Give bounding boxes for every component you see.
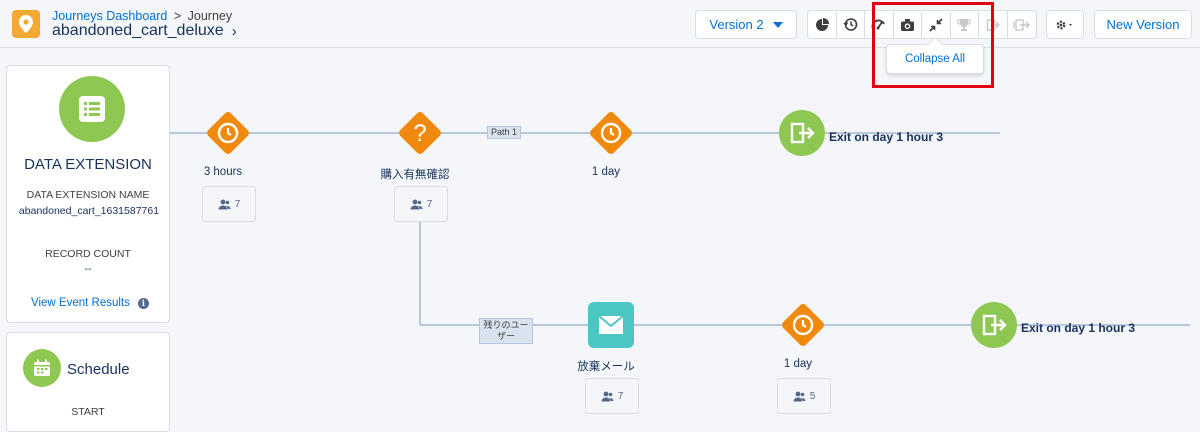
gear-icon <box>1056 20 1072 29</box>
journey-title[interactable]: abandoned_cart_deluxe › <box>52 22 237 40</box>
wait-activity-1[interactable] <box>200 105 256 161</box>
schedule-title: Schedule <box>67 361 130 378</box>
decision-label: 購入有無確認 <box>380 169 450 181</box>
journey-location-pin-icon <box>12 10 40 38</box>
schedule-panel[interactable]: Schedule START <box>6 332 170 432</box>
exit-1-label: Exit on day 1 hour 3 <box>829 130 944 144</box>
breadcrumb-separator: > <box>173 9 182 23</box>
info-icon[interactable]: i <box>137 297 149 309</box>
breadcrumb-journeys-dashboard[interactable]: Journeys Dashboard <box>52 9 167 23</box>
breadcrumb-journey: Journey <box>187 9 233 23</box>
wait-1-label: 3 hours <box>203 166 243 178</box>
people-icon <box>601 391 614 401</box>
wait-activity-2[interactable] <box>583 105 639 161</box>
data-extension-name-label: DATA EXTENSION NAME <box>26 189 150 201</box>
email-label: 放棄メール <box>577 361 635 373</box>
goal-pie-icon[interactable] <box>808 11 837 38</box>
record-count-label: RECORD COUNT <box>45 248 131 260</box>
exit-criteria-icon <box>1008 11 1037 38</box>
people-icon <box>218 199 231 209</box>
view-event-results-link[interactable]: View Event Results i <box>31 297 149 309</box>
data-extension-title: DATA EXTENSION <box>24 156 152 173</box>
journey-canvas[interactable]: 3 hours 7 ? 購入有無確認 7 Path 1 1 day Exit o… <box>0 48 1200 424</box>
exit-2-label: Exit on day 1 hour 3 <box>1021 321 1136 335</box>
data-extension-icon <box>59 76 125 142</box>
schedule-start-label: START <box>71 406 105 418</box>
journey-name-text: abandoned_cart_deluxe <box>52 22 224 39</box>
wait-3-label: 1 day <box>783 358 813 370</box>
count-value: 7 <box>234 198 241 210</box>
wait-2-label: 1 day <box>591 166 621 178</box>
chevron-right-icon[interactable]: › <box>232 23 237 40</box>
new-version-button[interactable]: New Version <box>1094 10 1192 39</box>
header-bar: Journeys Dashboard > Journey abandoned_c… <box>0 0 1200 48</box>
count-value: 7 <box>426 198 433 210</box>
data-extension-name-value: abandoned_cart_1631587761 <box>18 205 160 217</box>
path-1-tag[interactable]: Path 1 <box>487 126 521 139</box>
history-icon[interactable] <box>837 11 865 38</box>
view-event-results-text: View Event Results <box>31 297 130 309</box>
count-value: 7 <box>617 390 624 402</box>
email-activity[interactable] <box>588 302 634 348</box>
decision-count[interactable]: 7 <box>394 186 448 222</box>
wait-1-count[interactable]: 7 <box>202 186 256 222</box>
record-count-value: -- <box>84 263 92 275</box>
people-icon <box>793 391 806 401</box>
count-value: 5 <box>809 390 816 402</box>
settings-menu-button[interactable] <box>1046 10 1084 39</box>
email-count[interactable]: 7 <box>585 378 639 414</box>
exit-activity-1[interactable] <box>779 110 825 156</box>
version-dropdown[interactable]: Version 2 <box>695 10 797 39</box>
people-icon <box>410 199 423 209</box>
decision-split-activity[interactable]: ? <box>392 105 448 161</box>
remaining-users-path-tag[interactable]: 残りのユーザー <box>479 318 533 344</box>
exit-activity-2[interactable] <box>971 302 1017 348</box>
wait-3-count[interactable]: 5 <box>777 378 831 414</box>
breadcrumb: Journeys Dashboard > Journey <box>52 9 232 23</box>
caret-down-icon <box>772 21 783 28</box>
version-label: Version 2 <box>709 17 764 32</box>
wait-activity-3[interactable] <box>775 297 831 353</box>
decision-question-icon: ? <box>413 120 426 147</box>
calendar-icon <box>23 349 61 387</box>
data-extension-entry-source[interactable]: DATA EXTENSION DATA EXTENSION NAME aband… <box>6 65 170 323</box>
